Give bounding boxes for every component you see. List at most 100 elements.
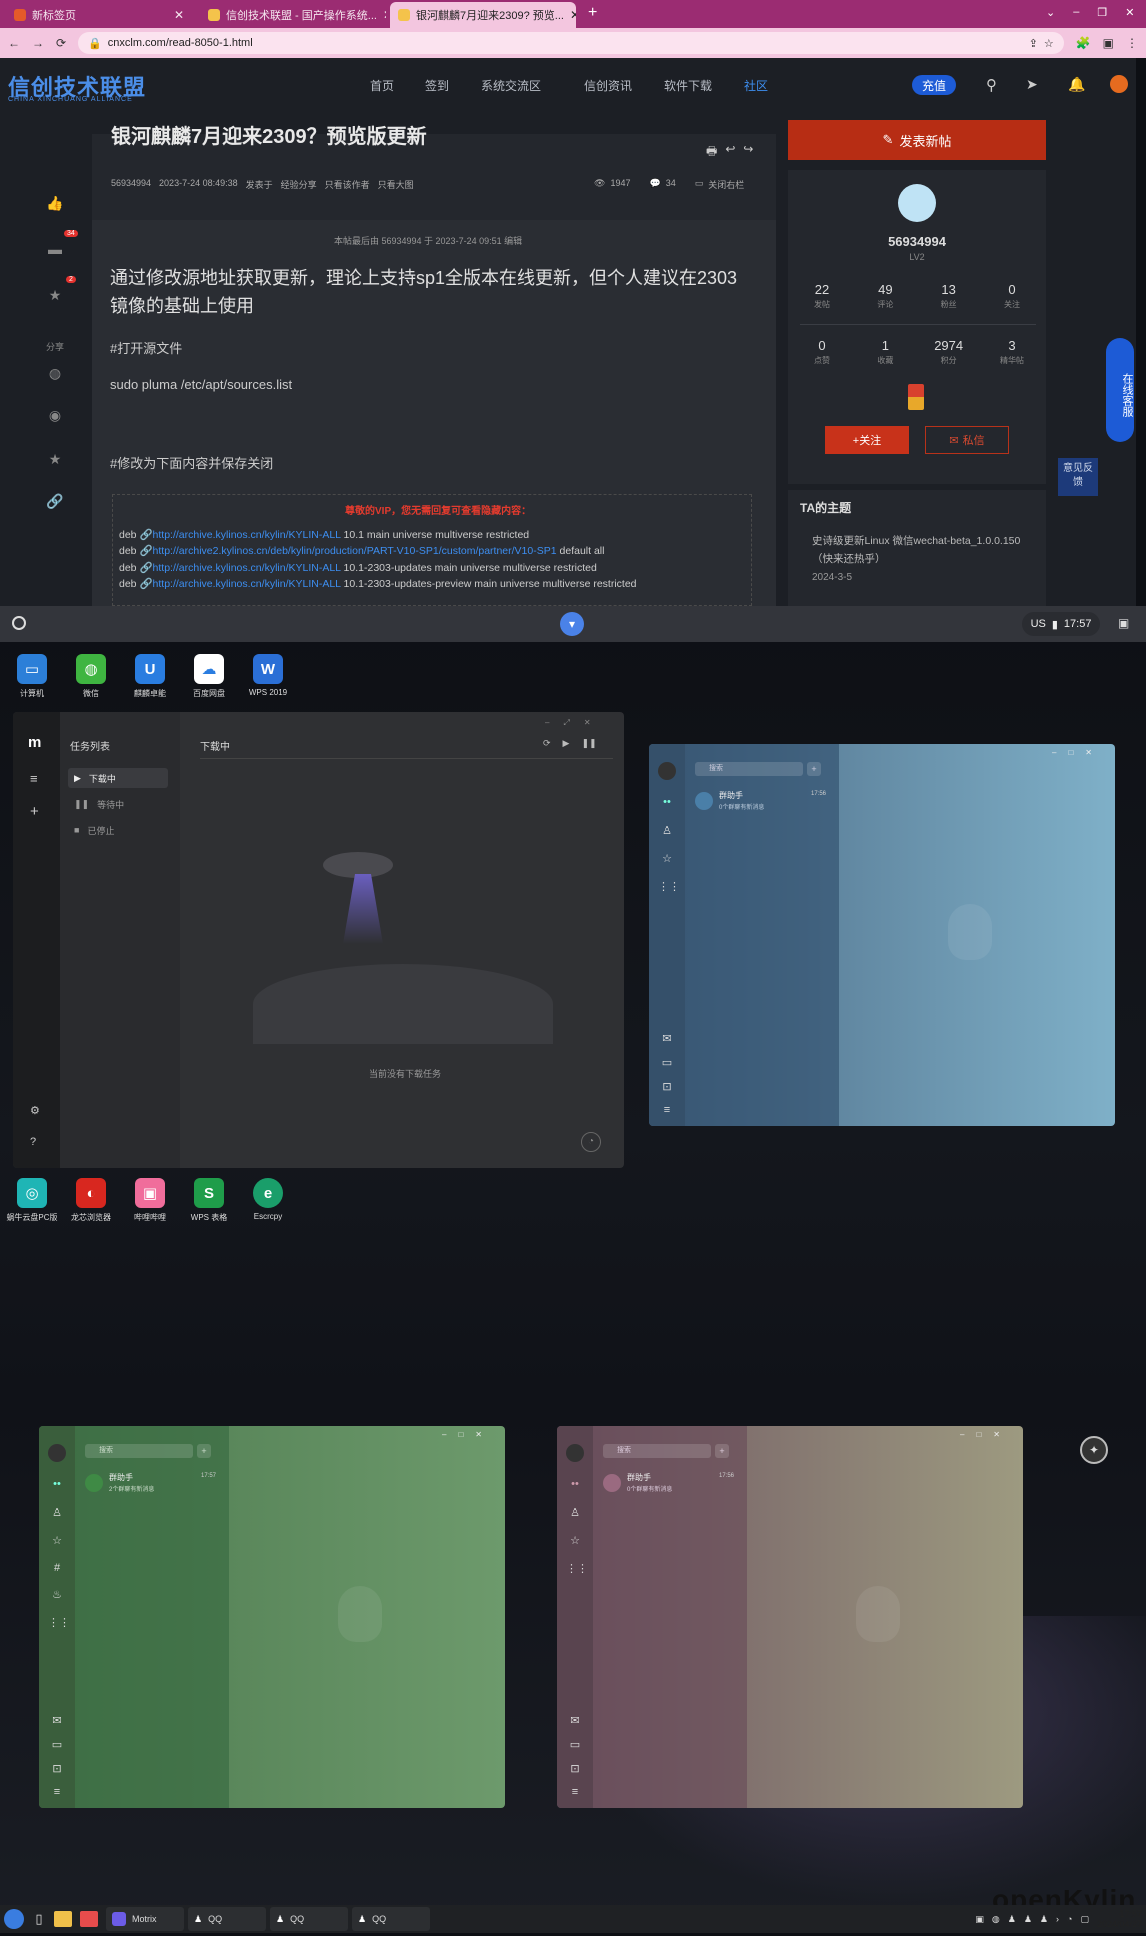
close-tab-icon[interactable]: ✕ [383, 8, 386, 22]
source-link[interactable]: 🔗http://archive.kylinos.cn/kylin/KYLIN-A… [139, 562, 340, 574]
qq-avatar[interactable] [658, 762, 676, 780]
bookmark-icon[interactable]: ⊡ [48, 1762, 66, 1776]
close-icon[interactable]: ✕ [584, 718, 591, 728]
new-post-button[interactable]: ✎ 发表新帖 [788, 120, 1046, 160]
mail-icon[interactable]: ✉ [658, 1032, 676, 1046]
qq-search-input[interactable]: 搜索 [85, 1444, 193, 1458]
minimize-icon[interactable]: – [960, 1430, 964, 1439]
folder-icon[interactable]: ▭ [48, 1738, 66, 1752]
maximize-icon[interactable]: □ [1068, 748, 1073, 757]
minimize-icon[interactable]: – [545, 718, 549, 728]
maximize-icon[interactable]: ⤢ [563, 718, 569, 728]
contacts-icon[interactable]: ♙ [566, 1506, 584, 1520]
tab-new[interactable]: 新标签页 ✕ [6, 2, 192, 28]
network-icon[interactable]: ◔ [1067, 1914, 1072, 1924]
nav-downloading[interactable]: ▶ 下载中 [68, 768, 168, 788]
reload-icon[interactable]: ⟳ [56, 36, 66, 50]
source-link[interactable]: 🔗http://archive2.kylinos.cn/deb/kylin/pr… [139, 545, 556, 557]
maximize-icon[interactable]: □ [458, 1430, 463, 1439]
minimize-icon[interactable]: – [442, 1430, 446, 1439]
mail-app-icon[interactable] [80, 1911, 98, 1927]
source-link[interactable]: 🔗http://archive.kylinos.cn/kylin/KYLIN-A… [139, 529, 340, 541]
extension-icon[interactable]: 🧩 [1076, 36, 1091, 50]
nav-news[interactable]: 信创资讯 [584, 77, 632, 94]
minimize-icon[interactable]: – [1073, 6, 1079, 19]
forward-icon[interactable]: ↪ [743, 142, 753, 163]
multitask-icon[interactable]: ▣ [1118, 616, 1129, 630]
profile-name[interactable]: 56934994 [788, 234, 1046, 249]
author-only-link[interactable]: 只看该作者 [325, 178, 370, 191]
chevron-down-icon[interactable]: ⌄ [1046, 6, 1055, 19]
comment-icon[interactable]: ▬ [42, 236, 68, 262]
menu-icon[interactable]: ⋮ [1126, 36, 1138, 50]
nav-system[interactable]: 系统交流区 [481, 77, 541, 94]
profile-avatar[interactable] [898, 184, 936, 222]
contacts-icon[interactable]: ♙ [48, 1506, 66, 1520]
minimize-icon[interactable]: – [1052, 748, 1056, 757]
settings-icon[interactable]: ⚙ [30, 1104, 40, 1117]
message-button[interactable]: ✉ 私信 [925, 426, 1009, 454]
desktop-icon-bilibili[interactable]: ▣ 哔哩哔哩 [122, 1178, 178, 1223]
desktop-icon-kylin[interactable]: U 麒麟卓能 [122, 654, 178, 699]
desktop-icon-escrcpy[interactable]: e Escrcpy [240, 1178, 296, 1223]
floating-assistant-icon[interactable]: ✦ [1080, 1436, 1108, 1464]
close-icon[interactable]: ✕ [475, 1430, 482, 1439]
menu-icon[interactable]: ≡ [658, 1104, 676, 1118]
bookmark-icon[interactable]: ⊡ [658, 1080, 676, 1094]
pause-all-icon[interactable]: ❚❚ [581, 738, 596, 749]
multitask-view-icon[interactable]: ▯ [28, 1911, 50, 1927]
conversation-item[interactable]: 群助手 17:56 0个群聊有新消息 [593, 1470, 747, 1500]
close-tab-icon[interactable]: ✕ [174, 8, 184, 22]
menu-icon[interactable]: ≡ [48, 1786, 66, 1800]
sidepanel-icon[interactable]: ▣ [1103, 36, 1114, 50]
bell-icon[interactable]: 🔔 [1068, 76, 1085, 93]
new-tab-icon[interactable]: + [588, 4, 597, 22]
nav-home[interactable]: 首页 [370, 77, 394, 94]
desktop-icon-loongson[interactable]: ◐ 龙芯浏览器 [63, 1178, 119, 1223]
qq-search-input[interactable]: 搜索 [695, 762, 803, 776]
refresh-icon[interactable]: ⟳ [543, 738, 551, 749]
tray-icon[interactable]: ♟ [1008, 1914, 1016, 1925]
mail-icon[interactable]: ✉ [48, 1714, 66, 1728]
online-service-button[interactable]: 在线客服 [1106, 338, 1134, 442]
avatar[interactable] [1110, 75, 1128, 93]
desktop-icon-baidu[interactable]: ☁ 百度网盘 [181, 654, 237, 699]
taskbar-clock[interactable]: 17:57 2024/04/27 [1097, 1909, 1142, 1929]
help-icon[interactable]: ? [30, 1136, 36, 1148]
reply-icon[interactable]: ↩ [725, 142, 735, 163]
large-image-link[interactable]: 只看大图 [378, 178, 414, 191]
star-icon[interactable]: ★ [42, 446, 68, 472]
menu-icon[interactable]: ≡ [566, 1786, 584, 1800]
start-menu-icon[interactable] [4, 1909, 24, 1929]
add-icon[interactable]: + [197, 1444, 211, 1458]
qq-search-input[interactable]: 搜索 [603, 1444, 711, 1458]
close-icon[interactable]: ✕ [993, 1430, 1000, 1439]
favorite-icon[interactable]: ★ [42, 282, 68, 308]
tab-article[interactable]: 银河麒麟7月迎来2309? 预览... ✕ [390, 2, 576, 28]
desktop-icon-wechat[interactable]: ◍ 微信 [63, 654, 119, 699]
recharge-button[interactable]: 充值 [912, 75, 956, 95]
taskbar-qq[interactable]: ♟ QQ [188, 1907, 266, 1931]
star-icon[interactable]: ☆ [1044, 37, 1054, 50]
close-icon[interactable]: ✕ [1125, 6, 1134, 19]
folder-icon[interactable]: ▭ [566, 1738, 584, 1752]
follow-button[interactable]: +关注 [825, 426, 909, 454]
close-icon[interactable]: ✕ [1085, 748, 1092, 757]
like-icon[interactable]: 👍 [42, 190, 68, 216]
chevron-right-icon[interactable]: › [1056, 1914, 1059, 1924]
close-tab-icon[interactable]: ✕ [570, 8, 576, 22]
taskbar-motrix[interactable]: Motrix [106, 1907, 184, 1931]
print-icon[interactable]: 🖶 [706, 142, 717, 163]
star-icon[interactable]: ☆ [48, 1534, 66, 1548]
notification-icon[interactable]: ▢ [1080, 1914, 1089, 1925]
tray-icon[interactable]: ♟ [1024, 1914, 1032, 1925]
tab-cnxclm-home[interactable]: 信创技术联盟 - 国产操作系统... ✕ [200, 2, 386, 28]
source-link[interactable]: 🔗http://archive.kylinos.cn/kylin/KYLIN-A… [139, 578, 340, 590]
bookmark-icon[interactable]: ⊡ [566, 1762, 584, 1776]
conversation-item[interactable]: 群助手 17:57 2个群聊有新消息 [75, 1470, 229, 1500]
channel-icon[interactable]: # [48, 1562, 66, 1576]
nav-stopped[interactable]: ■ 已停止 [68, 820, 168, 840]
taskbar-qq[interactable]: ♟ QQ [352, 1907, 430, 1931]
taskbar-qq[interactable]: ♟ QQ [270, 1907, 348, 1931]
desktop-icon-wps[interactable]: W WPS 2019 [240, 654, 296, 699]
